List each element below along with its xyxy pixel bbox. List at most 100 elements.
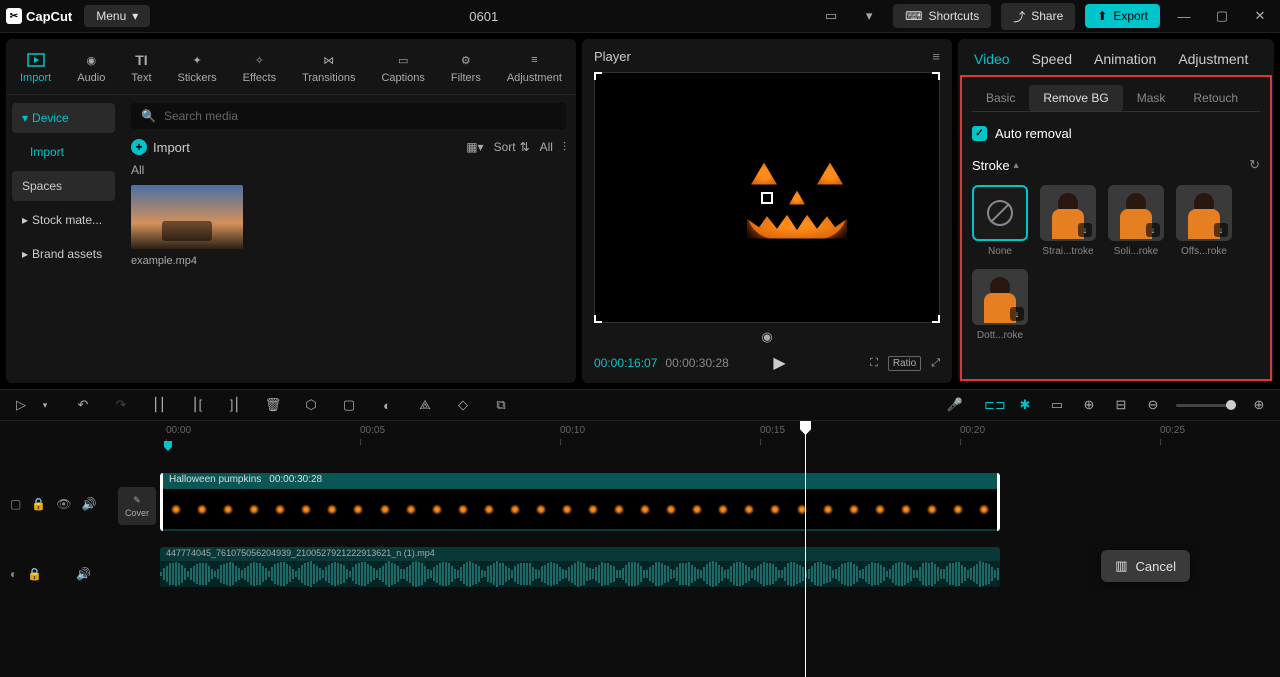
share-button[interactable]: ⤴ Share bbox=[1001, 3, 1075, 30]
time-ruler[interactable]: 00:00 00:05 00:10 00:15 00:20 00:25 bbox=[160, 425, 1280, 447]
crop-icon[interactable]: ⛶ bbox=[870, 357, 878, 370]
sidebar-item-brand[interactable]: ▸Brand assets bbox=[12, 239, 115, 269]
zoom-fit-button[interactable]: ⊕ bbox=[1250, 397, 1268, 413]
preview-mode[interactable]: ▭ bbox=[1048, 397, 1066, 413]
export-button[interactable]: ⬆ Export bbox=[1085, 4, 1160, 28]
subtab-basic[interactable]: Basic bbox=[972, 85, 1029, 111]
sidebar-item-import[interactable]: Import bbox=[12, 137, 115, 167]
snap-toggle[interactable]: ⊏⊐ bbox=[984, 397, 1002, 413]
mirror-tool[interactable]: ⟁ bbox=[416, 397, 434, 413]
cancel-toast[interactable]: ▥ Cancel bbox=[1101, 550, 1190, 582]
play-button[interactable]: ▶ bbox=[773, 353, 785, 373]
track-toggle-icon[interactable]: ▢ bbox=[10, 497, 21, 511]
filter-all-button[interactable]: All bbox=[540, 140, 553, 154]
playhead[interactable] bbox=[805, 421, 806, 677]
layout-icon[interactable]: ▭ bbox=[817, 2, 845, 30]
tab-adjustment-r[interactable]: Adjustment bbox=[1178, 51, 1248, 67]
tab-filters[interactable]: ⚙Filters bbox=[447, 47, 485, 94]
tab-import[interactable]: Import bbox=[16, 47, 55, 94]
sort-button[interactable]: Sort ⇅ bbox=[494, 140, 530, 154]
media-filename: example.mp4 bbox=[131, 255, 243, 267]
fullscreen-icon[interactable]: ⤢ bbox=[931, 357, 940, 370]
filter-icon[interactable]: ⫶ bbox=[563, 140, 566, 155]
stroke-option-solid[interactable]: ↓ Soli...roke bbox=[1108, 185, 1164, 257]
subtab-retouch[interactable]: Retouch bbox=[1179, 85, 1252, 111]
link-toggle[interactable]: ✱ bbox=[1016, 397, 1034, 413]
in-marker[interactable] bbox=[164, 441, 172, 451]
import-media-button[interactable]: + Import bbox=[131, 139, 190, 155]
track-toggle-icon[interactable]: ◐ bbox=[10, 567, 17, 581]
split-tool[interactable]: ⎮⎮ bbox=[150, 397, 168, 413]
stroke-option-offset[interactable]: ↓ Offs...roke bbox=[1176, 185, 1232, 257]
select-chevron[interactable]: ▾ bbox=[36, 400, 54, 411]
sidebar-item-stock[interactable]: ▸Stock mate... bbox=[12, 205, 115, 235]
checkbox-icon: ✓ bbox=[972, 126, 987, 141]
tab-audio[interactable]: ◉Audio bbox=[73, 47, 109, 94]
player-quality-icon[interactable]: ◉ bbox=[594, 329, 940, 345]
media-item[interactable]: example.mp4 bbox=[131, 185, 243, 267]
ratio-button[interactable]: Ratio bbox=[888, 356, 921, 371]
split-right-tool[interactable]: ]⎮ bbox=[226, 397, 244, 413]
minimize-button[interactable]: — bbox=[1170, 2, 1198, 30]
chevron-up-icon[interactable]: ▴ bbox=[1014, 160, 1019, 171]
align-tool[interactable]: ⊕ bbox=[1080, 397, 1098, 413]
section-all: All bbox=[131, 163, 566, 177]
tab-transitions[interactable]: ⋈Transitions bbox=[298, 47, 359, 94]
sidebar-label: Import bbox=[30, 145, 64, 159]
zoom-out-button[interactable]: ⊟ bbox=[1112, 397, 1130, 413]
subtab-removebg[interactable]: Remove BG bbox=[1029, 85, 1122, 111]
cover-button[interactable]: ✎ Cover bbox=[118, 487, 156, 525]
tab-captions[interactable]: ▭Captions bbox=[377, 47, 428, 94]
zoom-slider[interactable] bbox=[1176, 404, 1236, 407]
grid-view-button[interactable]: ▦▾ bbox=[466, 140, 483, 154]
undo-button[interactable]: ↶ bbox=[74, 397, 92, 413]
close-button[interactable]: ✕ bbox=[1246, 2, 1274, 30]
delete-tool[interactable]: 🗑 bbox=[264, 397, 282, 413]
sidebar-item-device[interactable]: ▾Device bbox=[12, 103, 115, 133]
rotate-tool[interactable]: ◇ bbox=[454, 397, 472, 413]
tab-text[interactable]: TIText bbox=[127, 47, 155, 94]
mute-icon[interactable]: 🔊 bbox=[82, 497, 97, 511]
video-clip[interactable]: Halloween pumpkins 00:00:30:28 bbox=[160, 473, 1000, 531]
crop-tool[interactable]: ⧉ bbox=[492, 397, 510, 413]
tab-adjustment[interactable]: ≡Adjustment bbox=[503, 47, 566, 94]
tab-animation[interactable]: Animation bbox=[1094, 51, 1156, 67]
split-left-tool[interactable]: ⎮[ bbox=[188, 397, 206, 413]
download-icon: ↓ bbox=[1146, 223, 1160, 237]
subtab-mask[interactable]: Mask bbox=[1123, 85, 1180, 111]
frame-tool[interactable]: ▢ bbox=[340, 397, 358, 413]
select-tool[interactable]: ▷ bbox=[12, 397, 30, 413]
zoom-in-button[interactable]: ⊖ bbox=[1144, 397, 1162, 413]
tab-effects[interactable]: ✧Effects bbox=[239, 47, 280, 94]
audio-waveform bbox=[160, 561, 1000, 587]
reset-icon[interactable]: ↻ bbox=[1249, 157, 1260, 173]
lock-icon[interactable]: 🔒 bbox=[31, 497, 46, 511]
mute-icon[interactable]: 🔊 bbox=[76, 567, 91, 581]
stroke-option-dotted[interactable]: ↓ Dott...roke bbox=[972, 269, 1028, 341]
auto-removal-checkbox[interactable]: ✓ Auto removal bbox=[972, 126, 1260, 141]
reverse-tool[interactable]: ◐ bbox=[378, 398, 396, 413]
stroke-label: Stroke bbox=[972, 158, 1010, 173]
player-viewport[interactable] bbox=[594, 72, 940, 323]
eye-icon[interactable]: 👁 bbox=[56, 497, 71, 511]
player-menu-icon[interactable]: ≡ bbox=[932, 49, 940, 64]
layout-chevron-icon[interactable]: ▾ bbox=[855, 2, 883, 30]
lock-icon[interactable]: 🔒 bbox=[27, 567, 42, 581]
stroke-option-straight[interactable]: ↓ Strai...troke bbox=[1040, 185, 1096, 257]
shortcuts-button[interactable]: ⌨ Shortcuts bbox=[893, 4, 991, 28]
clip-thumbnails bbox=[163, 489, 997, 529]
logo-icon: ✂ bbox=[6, 8, 22, 24]
tab-stickers[interactable]: ✦Stickers bbox=[174, 47, 221, 94]
mic-button[interactable]: 🎤 bbox=[946, 397, 964, 413]
search-input[interactable]: 🔍 Search media bbox=[131, 103, 566, 129]
menu-button[interactable]: Menu ▾ bbox=[84, 5, 150, 27]
maximize-button[interactable]: ▢ bbox=[1208, 2, 1236, 30]
shield-tool[interactable]: ⬡ bbox=[302, 397, 320, 413]
tab-video[interactable]: Video bbox=[974, 51, 1010, 67]
stroke-option-none[interactable]: None bbox=[972, 185, 1028, 257]
audio-clip[interactable]: 447774045_761075056204939_21005279212229… bbox=[160, 547, 1000, 587]
current-time: 00:00:16:07 bbox=[594, 356, 657, 370]
redo-button[interactable]: ↷ bbox=[112, 397, 130, 413]
tab-speed[interactable]: Speed bbox=[1032, 51, 1072, 67]
sidebar-item-spaces[interactable]: Spaces bbox=[12, 171, 115, 201]
